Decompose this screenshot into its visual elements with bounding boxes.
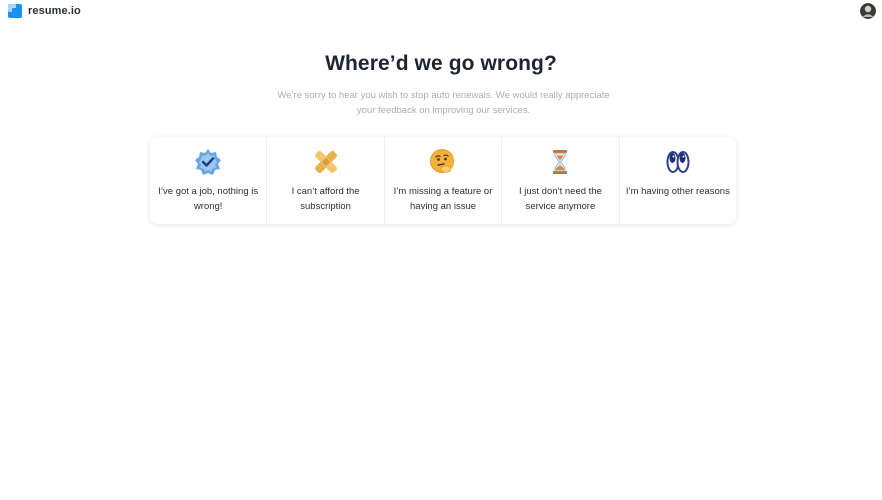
reason-option-missing-feature[interactable]: I’m missing a feature or having an issue xyxy=(385,137,503,224)
reason-label: I’ve got a job, nothing is wrong! xyxy=(158,186,259,212)
cross-bandage-icon xyxy=(312,148,340,176)
eyes-icon xyxy=(664,148,692,176)
reason-option-dont-need[interactable]: I just don’t need the service anymore xyxy=(502,137,620,224)
page-subtitle: We’re sorry to hear you wish to stop aut… xyxy=(277,90,610,116)
reason-label: I can’t afford the subscription xyxy=(291,186,360,212)
verified-badge-icon xyxy=(194,148,222,176)
page-title: Where’d we go wrong? xyxy=(325,52,557,75)
reason-label: I just don’t need the service anymore xyxy=(518,186,602,212)
top-bar: resume.io xyxy=(0,0,882,24)
hourglass-icon xyxy=(546,148,574,176)
resume-io-logo-icon xyxy=(8,4,22,18)
brand-name: resume.io xyxy=(28,5,81,17)
reason-options: I’ve got a job, nothing is wrong! I can’… xyxy=(150,137,736,224)
reason-option-got-job[interactable]: I’ve got a job, nothing is wrong! xyxy=(150,137,268,224)
brand-logo[interactable]: resume.io xyxy=(8,4,81,18)
thinking-face-icon xyxy=(429,148,457,176)
reason-label: I’m having other reasons xyxy=(625,186,730,197)
reason-option-cant-afford[interactable]: I can’t afford the subscription xyxy=(267,137,385,224)
user-avatar-icon[interactable] xyxy=(860,3,876,19)
reason-label: I’m missing a feature or having an issue xyxy=(393,186,493,212)
reason-option-other[interactable]: I’m having other reasons xyxy=(620,137,736,224)
